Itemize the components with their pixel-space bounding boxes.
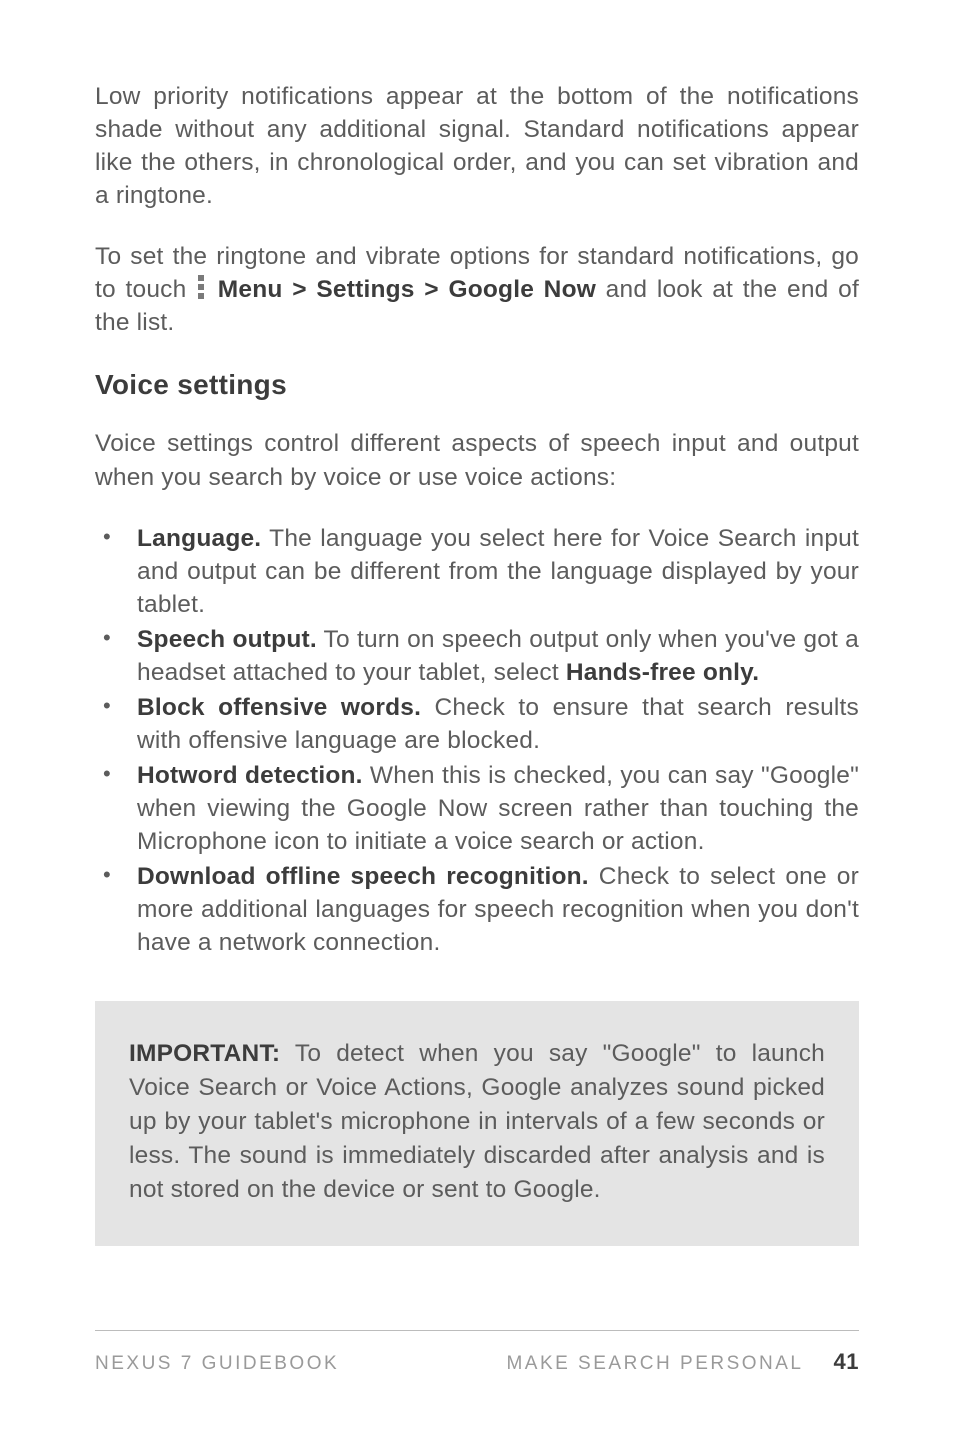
term-download-offline: Download offline speech recognition. <box>137 863 589 890</box>
paragraph-voice-intro: Voice settings control different aspects… <box>95 427 859 493</box>
term-hands-free: Hands-free only. <box>566 659 759 686</box>
list-item: Download offline speech recognition. Che… <box>95 860 859 959</box>
important-callout: IMPORTANT: To detect when you say "Googl… <box>95 1001 859 1246</box>
term-hotword: Hotword detection. <box>137 762 363 789</box>
list-item: Hotword detection. When this is checked,… <box>95 759 859 858</box>
footer-book-title: NEXUS 7 GUIDEBOOK <box>95 1353 506 1375</box>
callout-label: IMPORTANT: <box>129 1040 280 1067</box>
paragraph-ringtone: To set the ringtone and vibrate options … <box>95 240 859 339</box>
menu-path-label: Menu > Settings > Google Now <box>218 276 596 303</box>
page-content: Low priority notifications appear at the… <box>95 80 859 1290</box>
paragraph-low-priority: Low priority notifications appear at the… <box>95 80 859 212</box>
menu-icon <box>198 275 204 299</box>
footer-page-number: 41 <box>834 1349 859 1375</box>
heading-voice-settings: Voice settings <box>95 369 859 401</box>
list-item: Speech output. To turn on speech output … <box>95 623 859 689</box>
footer-section-title: MAKE SEARCH PERSONAL <box>506 1353 803 1375</box>
term-block-offensive: Block offensive words. <box>137 694 421 721</box>
list-item: Block offensive words. Check to ensure t… <box>95 691 859 757</box>
list-item: Language. The language you select here f… <box>95 522 859 621</box>
page-footer: NEXUS 7 GUIDEBOOK MAKE SEARCH PERSONAL 4… <box>95 1330 859 1375</box>
term-language: Language. <box>137 525 261 552</box>
term-speech-output: Speech output. <box>137 626 317 653</box>
voice-settings-list: Language. The language you select here f… <box>95 522 859 960</box>
